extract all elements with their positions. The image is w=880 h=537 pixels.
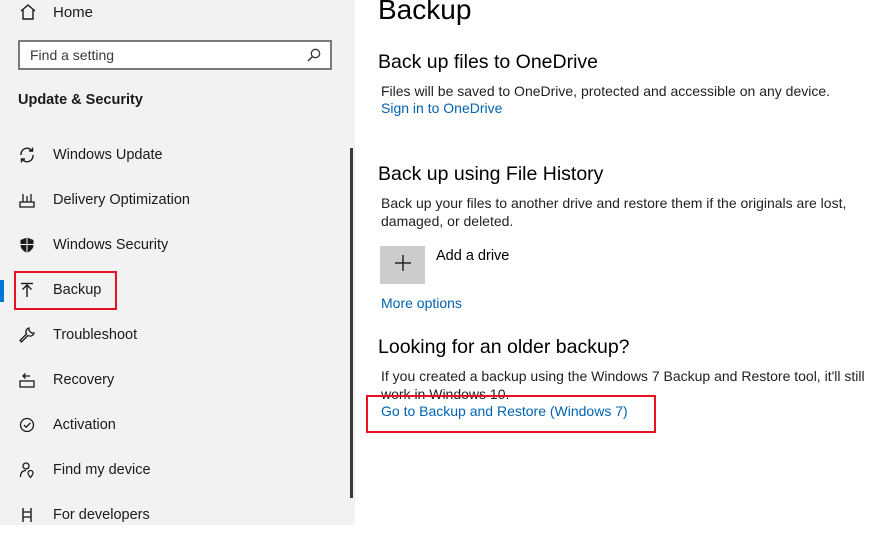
- highlight-box-backup: [14, 271, 117, 310]
- sign-in-onedrive-link[interactable]: Sign in to OneDrive: [381, 100, 502, 116]
- sidebar-item-delivery-optimization[interactable]: Delivery Optimization: [0, 177, 350, 222]
- sidebar-item-find-my-device[interactable]: Find my device: [0, 447, 350, 492]
- file-history-heading: Back up using File History: [378, 163, 604, 185]
- file-history-description: Back up your files to another drive and …: [381, 195, 847, 229]
- plus-icon: [394, 254, 412, 277]
- sidebar-item-label: Windows Security: [53, 236, 169, 253]
- wrench-icon: [17, 325, 37, 345]
- section-heading: Update & Security: [18, 92, 143, 108]
- add-drive-button[interactable]: [380, 246, 425, 284]
- nav-list: Windows Update Delivery Optimization Win…: [0, 132, 350, 537]
- developer-icon: [17, 505, 37, 525]
- home-icon: [18, 2, 38, 22]
- active-indicator: [0, 280, 4, 302]
- highlight-box-backup-restore-link: [366, 395, 656, 433]
- sidebar-item-label: Activation: [53, 416, 116, 433]
- sidebar-item-recovery[interactable]: Recovery: [0, 357, 350, 402]
- search-icon[interactable]: [304, 45, 324, 65]
- delivery-optimization-icon: [17, 190, 37, 210]
- sidebar-item-label: Recovery: [53, 371, 115, 388]
- search-box[interactable]: [18, 40, 332, 70]
- sidebar-item-label: Delivery Optimization: [53, 191, 190, 208]
- search-input[interactable]: [30, 47, 304, 63]
- older-backup-heading: Looking for an older backup?: [378, 336, 630, 358]
- sidebar-item-windows-update[interactable]: Windows Update: [0, 132, 350, 177]
- sidebar-scrollbar[interactable]: [350, 148, 353, 498]
- sidebar-item-label: Troubleshoot: [53, 326, 138, 343]
- sidebar-item-for-developers[interactable]: For developers: [0, 492, 350, 537]
- home-label: Home: [53, 3, 94, 21]
- sidebar-item-label: For developers: [53, 506, 150, 523]
- person-pin-icon: [17, 460, 37, 480]
- recovery-icon: [17, 370, 37, 390]
- sidebar: Home Update & Security Windows Update De…: [0, 0, 355, 525]
- page-title: Backup: [378, 0, 472, 25]
- refresh-icon: [17, 145, 37, 165]
- sidebar-item-label: Find my device: [53, 461, 151, 478]
- sidebar-item-label: Windows Update: [53, 146, 163, 163]
- add-drive-label[interactable]: Add a drive: [436, 248, 509, 264]
- activation-icon: [17, 415, 37, 435]
- sidebar-item-windows-security[interactable]: Windows Security: [0, 222, 350, 267]
- onedrive-description: Files will be saved to OneDrive, protect…: [381, 83, 831, 99]
- sidebar-item-activation[interactable]: Activation: [0, 402, 350, 447]
- more-options-link[interactable]: More options: [381, 295, 462, 311]
- shield-icon: [17, 235, 37, 255]
- sidebar-item-troubleshoot[interactable]: Troubleshoot: [0, 312, 350, 357]
- onedrive-heading: Back up files to OneDrive: [378, 51, 599, 73]
- home-nav-item[interactable]: Home: [18, 0, 93, 24]
